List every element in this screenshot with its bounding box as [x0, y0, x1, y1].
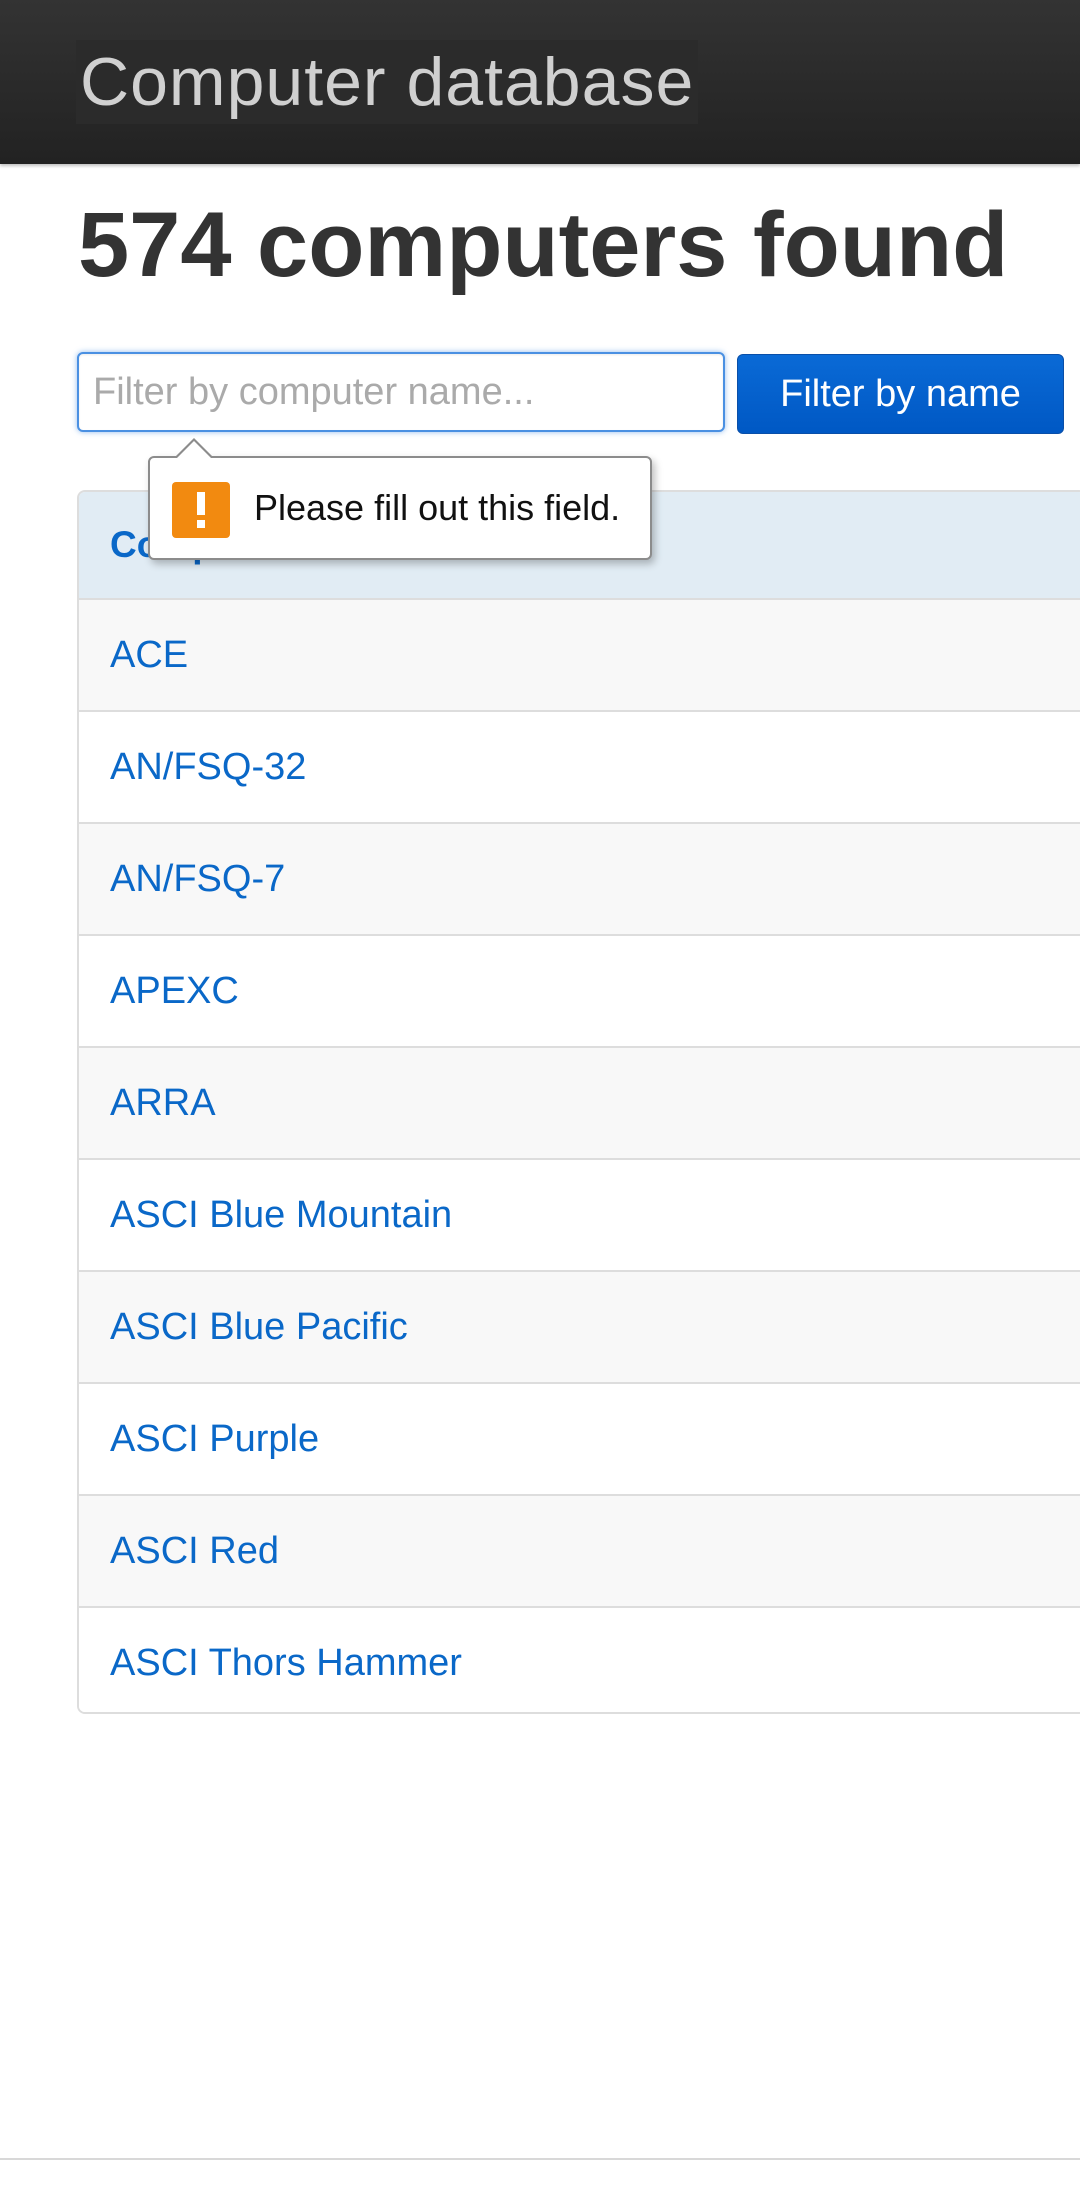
table-row: ASCI Red	[79, 1496, 1080, 1608]
table-row: ARRA	[79, 1048, 1080, 1160]
computer-link[interactable]: ASCI Blue Mountain	[110, 1194, 452, 1236]
page-title: 574 computers found	[78, 194, 1009, 296]
table-row: APEXC	[79, 936, 1080, 1048]
table-row: AN/FSQ-32	[79, 712, 1080, 824]
validation-message: Please fill out this field.	[254, 487, 621, 528]
filter-button[interactable]: Filter by name	[737, 354, 1064, 434]
computer-link[interactable]: ASCI Purple	[110, 1418, 319, 1460]
filter-input[interactable]	[77, 352, 725, 432]
computer-link[interactable]: ASCI Blue Pacific	[110, 1306, 408, 1348]
computers-table: Computer name ACE AN/FSQ-32 AN/FSQ-7 APE…	[77, 490, 1080, 1714]
computer-link[interactable]: AN/FSQ-32	[110, 746, 306, 788]
footer-divider	[0, 2158, 1080, 2160]
validation-tooltip: Please fill out this field.	[148, 438, 652, 560]
computer-link[interactable]: ASCI Thors Hammer	[110, 1642, 462, 1684]
table-row: ASCI Thors Hammer	[79, 1608, 1080, 1712]
computer-link[interactable]: ARRA	[110, 1082, 216, 1124]
table-row: ASCI Blue Pacific	[79, 1272, 1080, 1384]
computer-link[interactable]: ASCI Red	[110, 1530, 279, 1572]
table-row: AN/FSQ-7	[79, 824, 1080, 936]
brand-link[interactable]: Computer database	[76, 40, 699, 124]
table-row: ASCI Blue Mountain	[79, 1160, 1080, 1272]
computer-link[interactable]: AN/FSQ-7	[110, 858, 285, 900]
table-row: ACE	[79, 600, 1080, 712]
computer-link[interactable]: ACE	[110, 634, 188, 676]
top-navbar: Computer database	[0, 0, 1080, 164]
table-row: ASCI Purple	[79, 1384, 1080, 1496]
computer-link[interactable]: APEXC	[110, 970, 239, 1012]
warning-icon	[172, 482, 230, 538]
